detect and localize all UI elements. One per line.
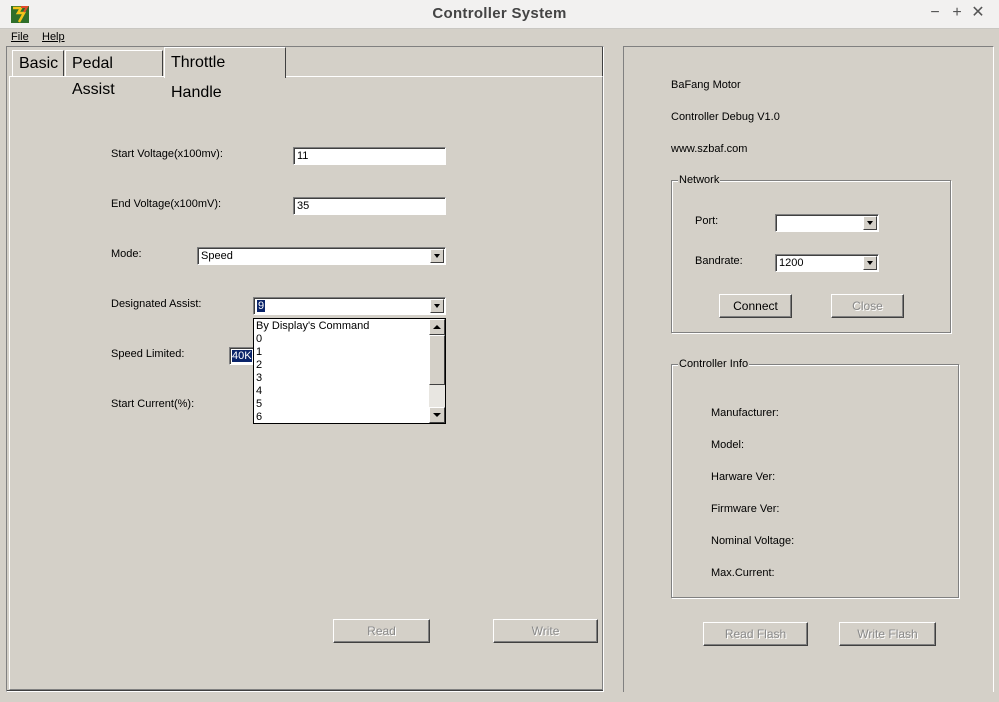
dropdown-option[interactable]: 6	[256, 411, 262, 423]
connect-button[interactable]: Connect	[719, 294, 792, 318]
title-bar: Controller System − + ✕	[0, 0, 999, 29]
tab-throttle-handle[interactable]: Throttle Handle	[164, 47, 286, 101]
firmware-version-label: Firmware Ver:	[711, 503, 780, 515]
manufacturer-label: Manufacturer:	[711, 407, 779, 419]
chevron-down-icon	[434, 254, 440, 258]
mode-select[interactable]: Speed	[197, 247, 446, 265]
mode-dropdown-button[interactable]	[430, 249, 444, 263]
bandrate-label: Bandrate:	[695, 255, 743, 267]
dropdown-option[interactable]: 3	[256, 372, 262, 385]
chevron-down-icon	[434, 304, 440, 308]
bandrate-value: 1200	[779, 257, 804, 269]
mode-label: Mode:	[111, 248, 142, 260]
start-current-label: Start Current(%):	[111, 398, 195, 410]
model-label: Model:	[711, 439, 745, 451]
version-label: Controller Debug V1.0	[671, 111, 780, 123]
designated-assist-select[interactable]: 9	[253, 297, 446, 315]
mode-value: Speed	[201, 250, 233, 262]
designated-assist-dropdown-list: By Display's Command 0 1 2 3 4 5 6	[253, 318, 446, 424]
write-flash-button[interactable]: Write Flash	[839, 622, 936, 646]
chevron-down-icon	[867, 261, 873, 265]
close-window-button[interactable]: ✕	[969, 3, 987, 23]
speed-limited-label: Speed Limited:	[111, 348, 185, 360]
chevron-down-icon	[867, 221, 873, 225]
brand-label: BaFang Motor	[671, 79, 741, 91]
tab-strip-line	[9, 76, 602, 77]
controller-info-group-title: Controller Info	[678, 358, 750, 370]
write-button[interactable]: Write	[493, 619, 598, 643]
nominal-voltage-label: Nominal Voltage:	[711, 535, 795, 547]
designated-assist-value: 9	[257, 300, 266, 312]
start-voltage-input[interactable]: 11	[293, 147, 446, 165]
bandrate-select[interactable]: 1200	[775, 254, 879, 272]
dropdown-option[interactable]: 0	[256, 333, 262, 346]
bottom-edge	[0, 692, 999, 702]
read-flash-button[interactable]: Read Flash	[703, 622, 808, 646]
website-label: www.szbaf.com	[671, 143, 748, 155]
speed-limited-value: 40K	[232, 350, 252, 362]
start-voltage-label: Start Voltage(x100mv):	[111, 148, 223, 160]
network-group-title: Network	[678, 174, 721, 186]
tab-basic[interactable]: Basic	[12, 50, 64, 76]
dropdown-option[interactable]: 2	[256, 359, 262, 372]
minimize-button[interactable]: −	[926, 3, 944, 23]
menu-help[interactable]: Help	[42, 31, 65, 43]
menu-file[interactable]: File	[11, 31, 29, 43]
scroll-down-button[interactable]	[429, 407, 445, 423]
chevron-down-icon	[433, 413, 441, 417]
port-select[interactable]	[775, 214, 879, 232]
close-button[interactable]: Close	[831, 294, 904, 318]
tab-pedal-assist[interactable]: Pedal Assist	[65, 50, 163, 98]
window-title: Controller System	[432, 5, 567, 22]
dropdown-option[interactable]: 5	[256, 398, 262, 411]
dropdown-option[interactable]: 1	[256, 346, 262, 359]
max-current-label: Max.Current:	[711, 567, 775, 579]
port-dropdown-button[interactable]	[863, 216, 877, 230]
dropdown-scrollbar[interactable]	[429, 319, 445, 423]
port-label: Port:	[695, 215, 719, 227]
end-voltage-label: End Voltage(x100mV):	[111, 198, 222, 210]
menu-bar: File Help	[0, 29, 999, 46]
dropdown-option[interactable]: 4	[256, 385, 262, 398]
scroll-up-button[interactable]	[429, 319, 445, 335]
designated-assist-label: Designated Assist:	[111, 298, 202, 310]
dropdown-option[interactable]: By Display's Command	[256, 320, 369, 333]
designated-assist-dropdown-button[interactable]	[430, 299, 444, 313]
maximize-button[interactable]: +	[948, 3, 966, 23]
end-voltage-input[interactable]: 35	[293, 197, 446, 215]
read-button[interactable]: Read	[333, 619, 430, 643]
bandrate-dropdown-button[interactable]	[863, 256, 877, 270]
chevron-up-icon	[433, 325, 441, 329]
hardware-version-label: Harware Ver:	[711, 471, 776, 483]
scroll-thumb[interactable]	[429, 335, 445, 385]
